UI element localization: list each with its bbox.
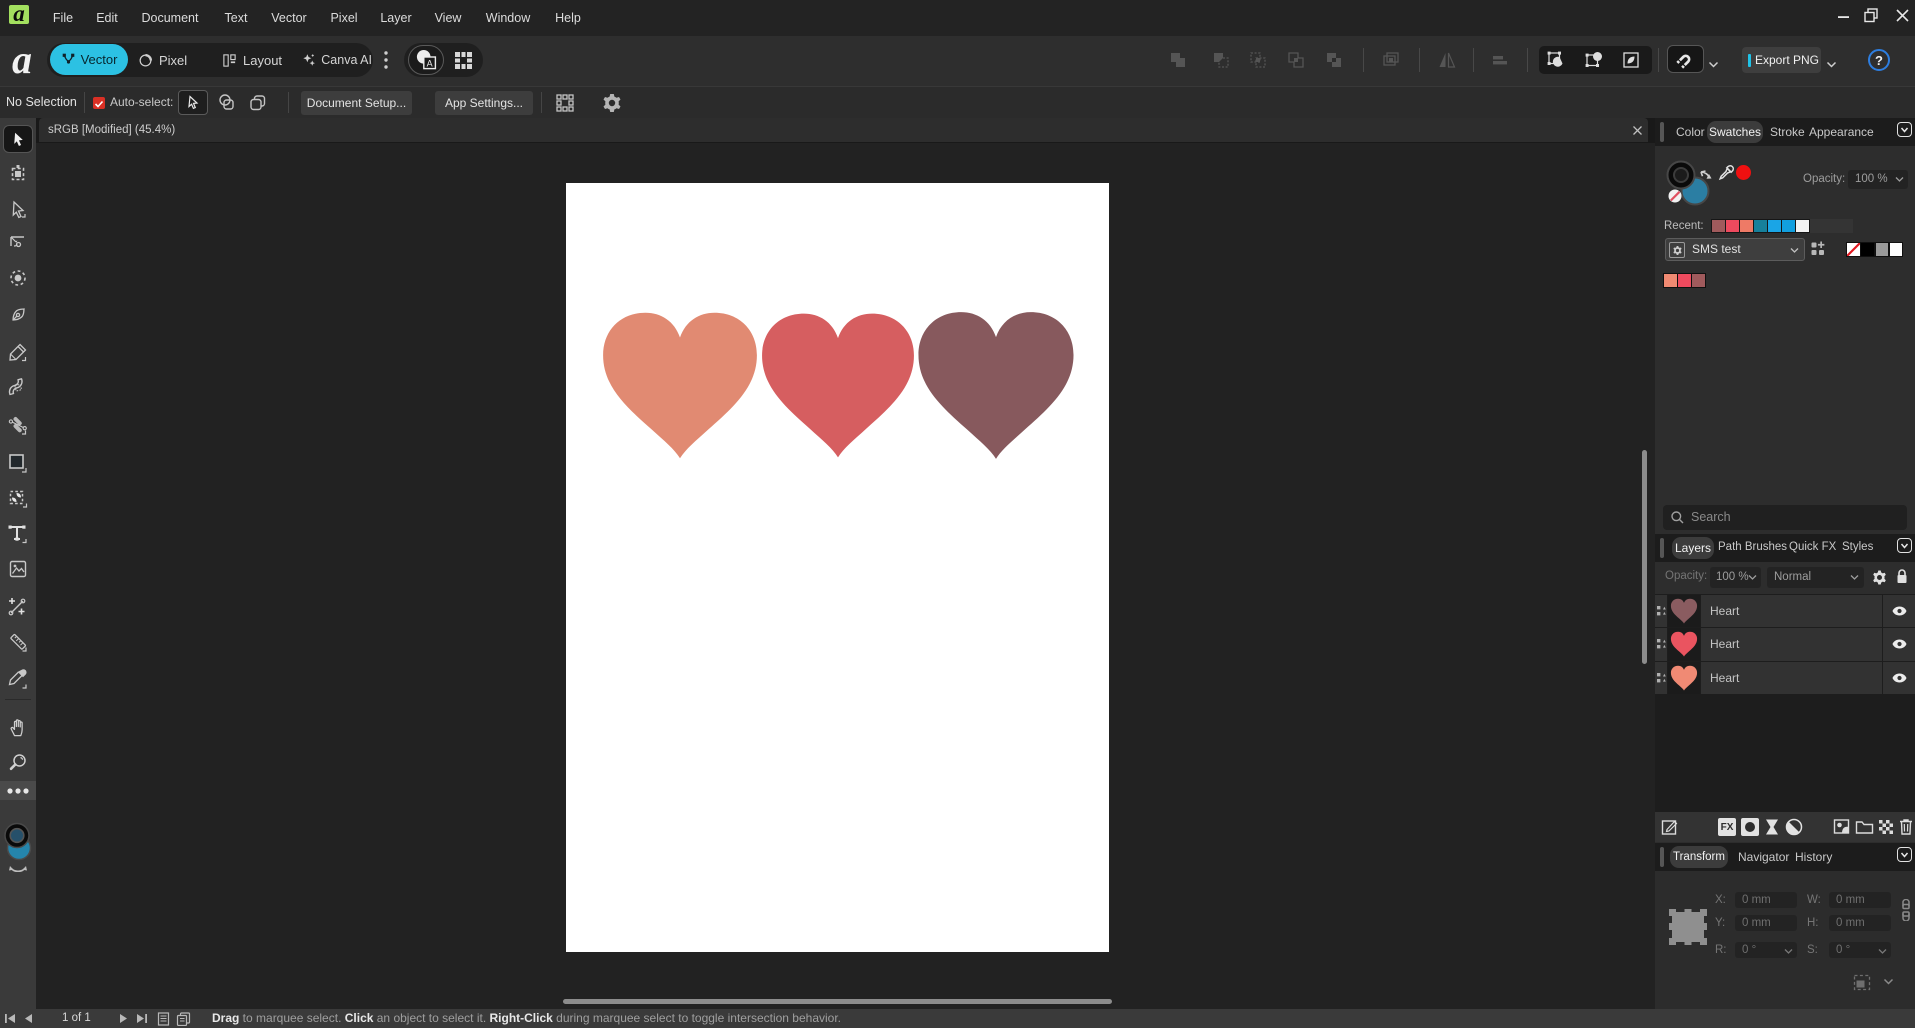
svg-text:A: A <box>427 59 433 69</box>
